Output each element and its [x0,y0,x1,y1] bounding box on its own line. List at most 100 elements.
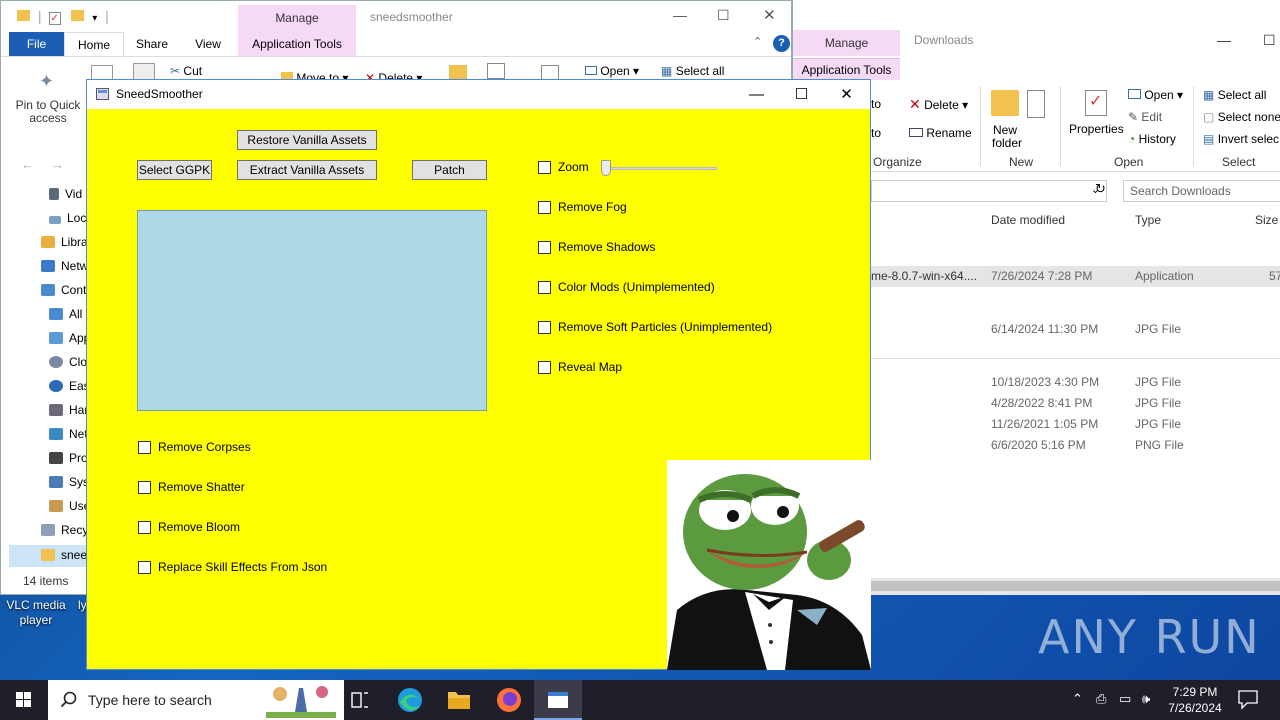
tab-home[interactable]: Home [64,32,124,56]
select-all-button[interactable]: ▦ Select all [661,64,724,78]
restore-vanilla-assets-button[interactable]: Restore Vanilla Assets [237,130,377,150]
tree-item-ease-of-access[interactable]: Eas [49,379,90,393]
table-row[interactable]: 6/6/2020 5:16 PM PNG File [871,435,1280,456]
open-button[interactable]: Open ▾ [1128,88,1183,102]
pin-to-quick-access-button[interactable]: Pin to Quick access [15,99,81,125]
network-icon[interactable]: ▭ [1119,691,1131,707]
minimize-icon[interactable]: — [1217,32,1231,48]
zoom-slider[interactable] [601,160,717,176]
title-bar[interactable]: SneedSmoother — ☐ ✕ [87,80,870,109]
table-row[interactable]: me-8.0.7-win-x64.... 7/26/2024 7:28 PM A… [871,266,1280,287]
history-button[interactable]: ◔ History [1128,132,1176,146]
checkbox-box[interactable] [538,321,551,334]
table-row[interactable]: 10/18/2023 4:30 PM JPG File [871,372,1280,393]
tree-item-sneedsmoother[interactable]: snee [9,545,87,567]
maximize-icon[interactable]: ☐ [717,7,730,24]
delete-button[interactable]: ✕ Delete ▾ [909,96,968,113]
tab-manage[interactable]: Manage [793,30,900,56]
checkbox-box[interactable] [538,281,551,294]
tree-item-videos[interactable]: Vid [49,187,82,201]
extract-vanilla-assets-button[interactable]: Extract Vanilla Assets [237,160,377,180]
column-size[interactable]: Size [1255,213,1278,227]
select-all-button[interactable]: ▦ Select all [1203,88,1266,102]
taskbar-sneedsmoother[interactable] [534,680,582,720]
tree-item-libraries[interactable]: Libra [41,235,88,249]
table-row[interactable]: 4/28/2022 8:41 PM JPG File [871,393,1280,414]
new-folder-icon[interactable] [71,10,85,21]
help-icon[interactable]: ? [773,35,790,52]
log-listbox[interactable] [137,210,487,411]
search-input[interactable]: Search Downloads [1123,180,1280,202]
tree-item-control-panel[interactable]: Cont [41,283,86,297]
taskbar-edge[interactable] [386,680,434,720]
tab-application-tools[interactable]: Application Tools [238,32,356,56]
tree-item-hardware[interactable]: Har [49,403,88,417]
new-folder-label[interactable]: New folder [992,124,1022,150]
taskbar-search[interactable]: Type here to search [48,680,344,720]
properties-icon[interactable]: ✓ [1085,90,1107,116]
forward-arrow-icon[interactable]: → [51,157,64,172]
checkbox-box[interactable] [138,521,151,534]
chevron-up-icon[interactable]: ⌃ [1072,691,1083,707]
copy-path-icon[interactable] [487,63,505,79]
checkbox-box[interactable] [138,441,151,454]
quick-access-toolbar[interactable]: | ✓ ▾ | [17,8,109,25]
scrollbar-thumb[interactable] [871,581,1280,591]
tree-item-network-internet[interactable]: Net [49,427,88,441]
properties-button[interactable]: Properties [1069,122,1124,136]
table-row[interactable]: 11/26/2021 1:05 PM JPG File [871,414,1280,435]
table-row[interactable]: 6/14/2024 11:30 PM JPG File [871,319,1280,340]
new-folder-icon[interactable] [991,90,1019,116]
select-none-button[interactable]: ▢ Select none [1203,110,1280,124]
invert-selection-button[interactable]: ▤ Invert selec [1203,132,1279,146]
horizontal-scrollbar[interactable] [871,578,1280,595]
select-ggpk-button[interactable]: Select GGPK [137,160,212,180]
taskbar-file-explorer[interactable] [435,680,483,720]
tree-item-all[interactable]: All [49,307,82,321]
refresh-icon[interactable]: ↻ [1095,181,1106,197]
rename-button[interactable]: Rename [909,126,972,140]
close-button[interactable]: ✕ [824,80,869,109]
task-view-button[interactable] [336,680,384,720]
tree-item-system[interactable]: Sys [49,475,89,489]
notifications-button[interactable] [1236,688,1260,710]
tab-view[interactable]: View [184,32,232,56]
column-type[interactable]: Type [1135,213,1161,227]
desktop-icon-vlc[interactable]: VLC media player [2,598,70,628]
move-to-button[interactable]: to [871,97,881,111]
chevron-up-icon[interactable]: ⌃ [753,35,762,48]
tree-item-appearance[interactable]: App [49,331,90,345]
minimize-button[interactable]: — [734,80,779,109]
taskbar-firefox[interactable] [485,680,533,720]
copy-to-button[interactable]: to [871,126,881,140]
checkbox-box[interactable] [138,561,151,574]
checkbox-box[interactable] [138,481,151,494]
tab-application-tools[interactable]: Application Tools [793,58,900,80]
pin-icon[interactable]: ✦ [39,71,54,92]
checkbox-box[interactable] [538,161,551,174]
tab-file[interactable]: File [9,32,64,56]
tree-item-local-disk[interactable]: Loc [49,211,86,225]
slider-thumb[interactable] [601,160,611,176]
tab-share[interactable]: Share [128,32,176,56]
slider-track[interactable] [601,167,717,170]
tab-manage[interactable]: Manage [238,5,356,32]
column-date-modified[interactable]: Date modified [991,213,1065,227]
properties-icon[interactable]: ✓ [49,12,62,25]
close-icon[interactable]: ✕ [763,6,776,24]
start-button[interactable] [0,680,48,720]
tree-item-programs[interactable]: Pro [49,451,88,465]
address-bar[interactable]: ⌄ [871,180,1107,202]
tree-item-recycle-bin[interactable]: Recy [41,523,88,537]
back-arrow-icon[interactable]: ← [21,157,34,172]
patch-button[interactable]: Patch [412,160,487,180]
checkbox-box[interactable] [538,361,551,374]
tree-item-clock[interactable]: Clo [49,355,87,369]
maximize-icon[interactable]: ☐ [1263,32,1276,49]
minimize-icon[interactable]: — [673,7,687,23]
taskbar-clock[interactable]: 7:29 PM 7/26/2024 [1163,684,1227,716]
open-button[interactable]: Open ▾ [585,64,639,78]
usb-icon[interactable]: ⎙ [1096,691,1106,707]
checkbox-box[interactable] [538,201,551,214]
volume-icon[interactable]: 🕪 [1142,691,1150,707]
